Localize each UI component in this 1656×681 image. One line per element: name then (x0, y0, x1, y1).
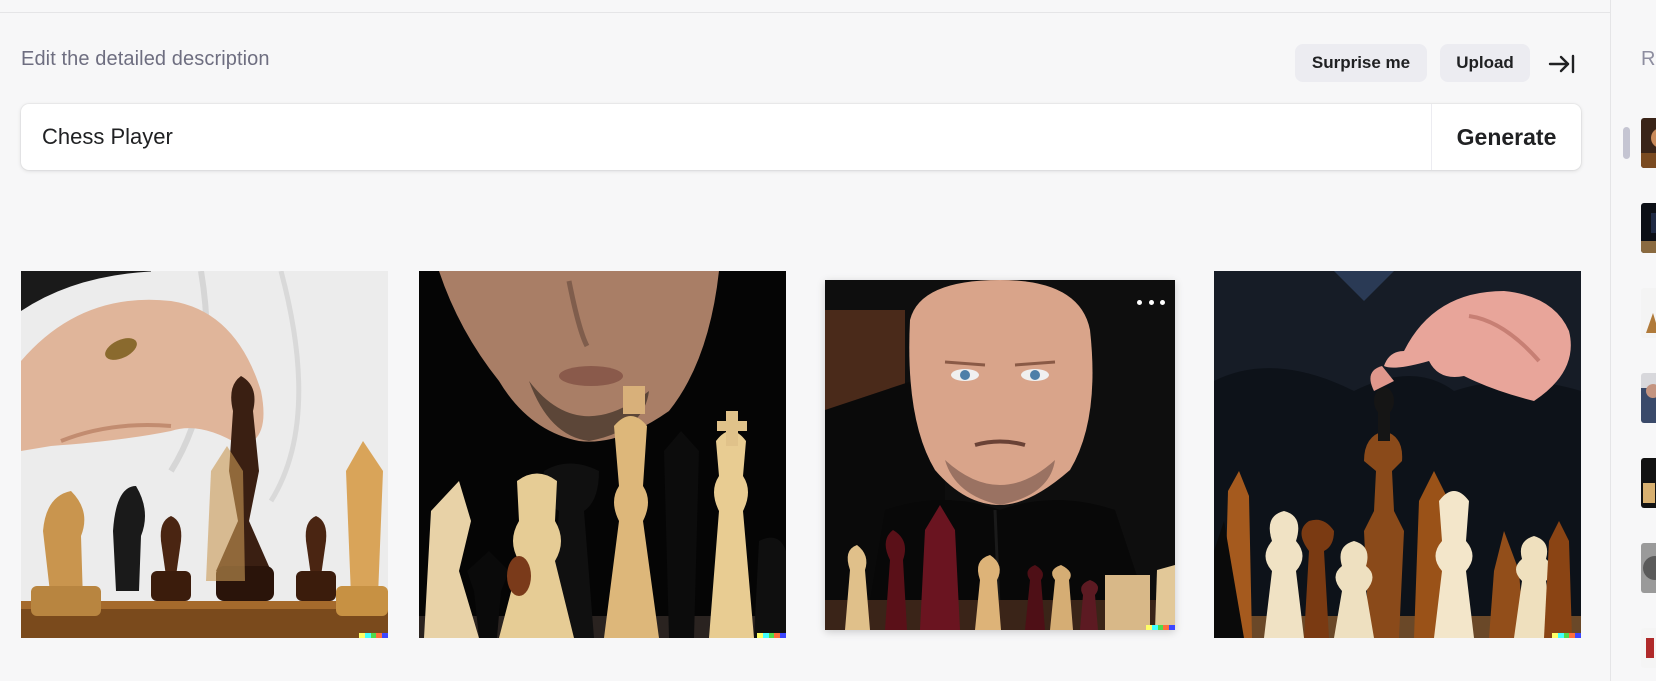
history-thumbnail[interactable] (1641, 288, 1656, 338)
collapse-right-icon[interactable] (1546, 48, 1578, 80)
signature-swatch (382, 633, 388, 638)
history-thumbnail-art (1641, 543, 1656, 593)
surprise-me-button[interactable]: Surprise me (1295, 44, 1427, 82)
more-horizontal-icon[interactable] (1137, 296, 1165, 308)
history-thumbnail-art (1641, 203, 1656, 253)
main-panel: Edit the detailed description Surprise m… (0, 0, 1610, 681)
generate-button[interactable]: Generate (1432, 104, 1581, 170)
editor-header: Edit the detailed description Surprise m… (21, 44, 1581, 84)
history-thumbnail-art (1641, 118, 1656, 168)
result-image-3[interactable] (825, 280, 1175, 630)
signature-swatch (780, 633, 786, 638)
watermark-signature (1552, 633, 1581, 638)
sidebar-scrollbar[interactable] (1623, 127, 1630, 159)
history-thumbnail[interactable] (1641, 373, 1656, 423)
watermark-signature (1146, 625, 1175, 630)
editor-title: Edit the detailed description (21, 48, 270, 70)
history-thumbnail[interactable] (1641, 203, 1656, 253)
upload-button[interactable]: Upload (1440, 44, 1530, 82)
signature-swatch (1575, 633, 1581, 638)
history-thumbnail[interactable] (1641, 543, 1656, 593)
signature-swatch (1169, 625, 1175, 630)
history-sidebar: R (1610, 0, 1656, 681)
history-thumbnail-art (1641, 458, 1656, 508)
history-thumbnail-art (1641, 288, 1656, 338)
result-image-4-art (1214, 271, 1581, 638)
result-image-4[interactable] (1214, 271, 1581, 638)
more-dot (1160, 299, 1165, 305)
result-image-2-art (419, 271, 786, 638)
prompt-bar: Generate (21, 104, 1581, 170)
more-dot (1137, 299, 1142, 305)
watermark-signature (359, 633, 388, 638)
history-thumbnail[interactable] (1641, 458, 1656, 508)
history-thumbnail[interactable] (1641, 628, 1656, 668)
history-thumbnail-art (1641, 628, 1656, 668)
history-thumbnail[interactable] (1641, 118, 1656, 168)
history-thumbnail-art (1641, 373, 1656, 423)
more-dot (1148, 299, 1154, 305)
result-image-1-art (21, 271, 388, 638)
prompt-input[interactable] (42, 104, 1422, 170)
result-image-1[interactable] (21, 271, 388, 638)
history-title: R (1641, 48, 1656, 70)
result-image-2[interactable] (419, 271, 786, 638)
result-image-3-art (825, 280, 1175, 630)
watermark-signature (757, 633, 786, 638)
